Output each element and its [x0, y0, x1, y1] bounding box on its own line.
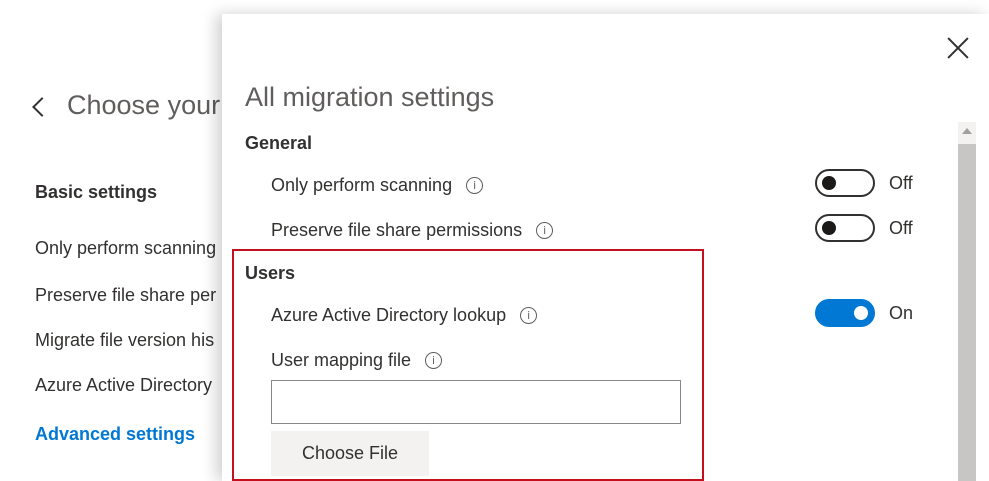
- panel-title: All migration settings: [245, 82, 495, 112]
- toggle-knob: [854, 306, 868, 320]
- toggle-knob: [822, 176, 836, 190]
- permissions-toggle[interactable]: [815, 214, 875, 242]
- permissions-row-label: Preserve file share permissions i: [271, 220, 554, 241]
- info-icon[interactable]: i: [425, 352, 443, 369]
- scroll-up-arrow-icon[interactable]: [962, 128, 972, 134]
- back-item-scanning[interactable]: Only perform scanning: [35, 238, 216, 259]
- aad-label: Azure Active Directory lookup: [271, 305, 507, 325]
- users-heading: Users: [245, 263, 296, 283]
- close-icon[interactable]: [946, 36, 970, 60]
- aad-row-label: Azure Active Directory lookup i: [271, 305, 538, 326]
- info-icon[interactable]: i: [520, 307, 538, 324]
- permissions-toggle-state: Off: [889, 218, 913, 238]
- toggle-knob: [822, 221, 836, 235]
- back-item-aad[interactable]: Azure Active Directory: [35, 375, 212, 396]
- back-title: Choose your: [32, 90, 221, 121]
- scrollbar[interactable]: [958, 122, 976, 481]
- aad-toggle-state: On: [889, 303, 914, 323]
- mapping-row-label: User mapping file i: [271, 350, 443, 371]
- scanning-toggle[interactable]: [815, 169, 875, 197]
- user-mapping-file-input[interactable]: [271, 380, 681, 424]
- scanning-toggle-state: Off: [889, 173, 913, 193]
- advanced-settings-link[interactable]: Advanced settings: [35, 424, 195, 445]
- mapping-label: User mapping file: [271, 350, 412, 370]
- info-icon[interactable]: i: [466, 177, 484, 194]
- general-heading: General: [245, 133, 313, 153]
- scroll-thumb[interactable]: [958, 144, 976, 481]
- back-item-version-history[interactable]: Migrate file version his: [35, 330, 214, 351]
- aad-lookup-toggle[interactable]: [815, 299, 875, 327]
- scanning-label: Only perform scanning: [271, 175, 453, 195]
- basic-settings-heading: Basic settings: [35, 182, 158, 202]
- scanning-row-label: Only perform scanning i: [271, 175, 484, 196]
- back-title-text: Choose your: [67, 90, 221, 120]
- choose-file-button[interactable]: Choose File: [271, 431, 429, 476]
- back-chevron-icon[interactable]: [32, 96, 52, 117]
- info-icon[interactable]: i: [536, 222, 554, 239]
- back-item-permissions[interactable]: Preserve file share per: [35, 285, 216, 306]
- permissions-label: Preserve file share permissions: [271, 220, 523, 240]
